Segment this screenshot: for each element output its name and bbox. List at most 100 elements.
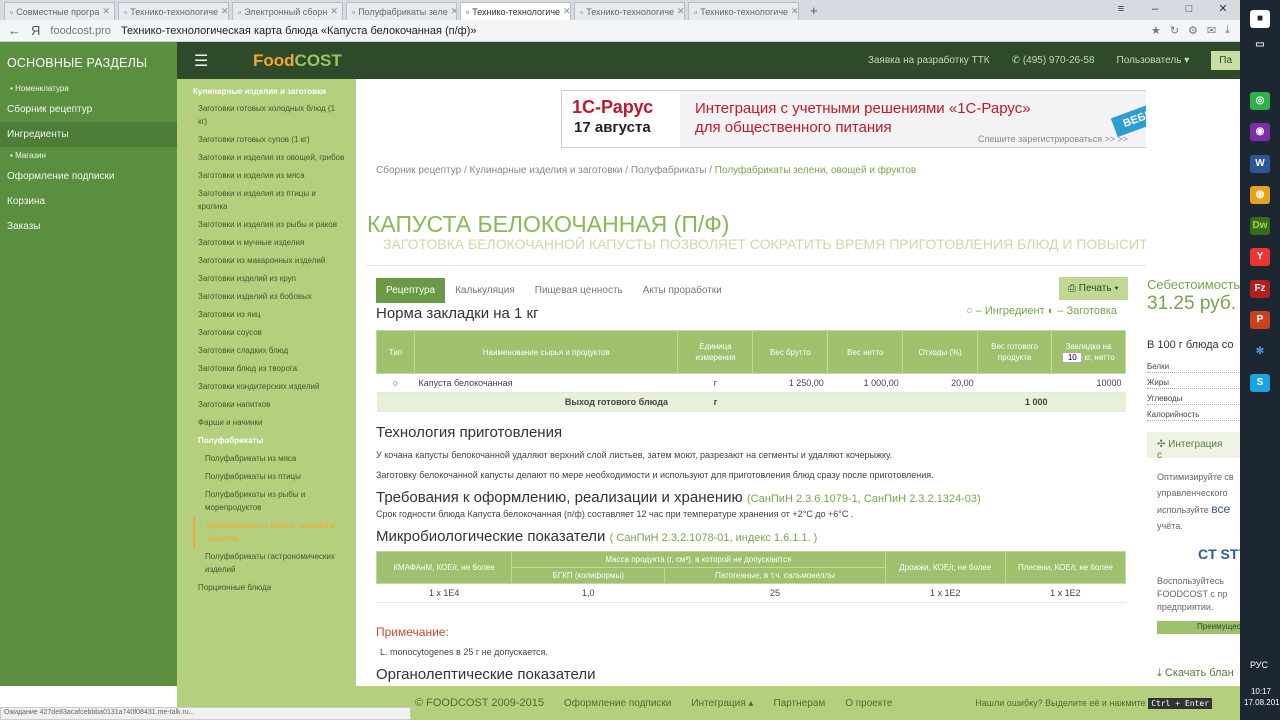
app-snowflake-icon[interactable]: ✻ [1250, 343, 1270, 361]
browser-tab[interactable]: ▫Полуфабрикаты зеле✕ [346, 2, 457, 20]
catalog-item[interactable]: Заготовки напитков [193, 396, 346, 414]
skype-icon[interactable]: S [1250, 374, 1270, 392]
left-menu-item[interactable]: Ингредиенты [0, 122, 177, 147]
tab-close-icon[interactable]: ✕ [330, 6, 338, 17]
tab-close-icon[interactable]: ✕ [563, 6, 570, 17]
start-icon[interactable]: ■ [1250, 10, 1270, 28]
browser-tab[interactable]: ▫ Технико-технологиче ✕ [118, 2, 229, 20]
catalog-item[interactable]: Заготовки сладких блюд [193, 342, 346, 360]
breadcrumb-item[interactable]: Полуфабрикаты [631, 165, 707, 176]
chrome-icon[interactable]: ◍ [1250, 186, 1270, 204]
catalog-item[interactable]: Заготовки изделий из бобовых [193, 288, 346, 306]
catalog-item[interactable]: Полуфабрикаты гастрономических изделий [193, 548, 346, 579]
browser-tab[interactable]: ▫ Электронный сборн ✕ [232, 2, 343, 20]
word-icon[interactable]: W [1250, 155, 1270, 173]
dreamweaver-icon[interactable]: Dw [1250, 217, 1270, 235]
catalog-item[interactable]: Заготовки изделий из круп [193, 270, 346, 288]
url-host[interactable]: foodcost.pro [50, 25, 111, 37]
hamburger-icon[interactable]: ☰ [194, 51, 210, 71]
refresh-icon[interactable]: ↻ [1170, 24, 1179, 37]
catalog-item[interactable]: Заготовки готовых холодных блюд (1 кг) [193, 100, 346, 131]
breadcrumb-separator: / [461, 165, 470, 176]
catalog-item[interactable]: Заготовки кондитерских изделий [193, 378, 346, 396]
browser-status-bar: Ожидание 427de83acafcebbba0131a740f08431… [0, 707, 411, 720]
tab-close-icon[interactable]: ✕ [221, 6, 228, 17]
catalog-item[interactable]: Полуфабрикаты из рыбы и морепродуктов [193, 486, 346, 517]
catalog-item[interactable]: Заготовки из макаронных изделий [193, 252, 346, 270]
catalog-item[interactable]: Заготовки из яиц [193, 306, 346, 324]
catalog-item[interactable]: Заготовки и мучные изделия [193, 234, 346, 252]
left-menu-item[interactable]: ▪ Магазин [0, 147, 177, 164]
browser-tab[interactable]: ▫ Совместные програ ✕ [4, 2, 115, 20]
clock[interactable]: 10:1717.08.2015 [1244, 686, 1280, 708]
back-icon[interactable]: ← [8, 23, 21, 38]
download-blank-link[interactable]: ⤓ Скачать блан [1157, 667, 1234, 680]
catalog-item[interactable]: Фарши и начинки [193, 414, 346, 432]
portion-input[interactable] [1062, 352, 1083, 363]
tab-close-icon[interactable]: ✕ [677, 6, 684, 17]
close-icon[interactable]: ✕ [1206, 0, 1240, 18]
task-view-icon[interactable]: ▭ [1250, 36, 1270, 54]
download-icon[interactable]: ⤓ [1225, 24, 1230, 37]
logo[interactable]: FoodCOST [253, 51, 342, 71]
tab-close-icon[interactable]: ✕ [102, 6, 110, 17]
browser-tab[interactable]: ▫ Технико-технологиче ✕ [574, 2, 685, 20]
left-menu-item[interactable]: Заказы [0, 214, 177, 239]
app-purple-icon[interactable]: ◉ [1250, 123, 1270, 141]
catalog-item[interactable]: Заготовки блюд из творога [193, 360, 346, 378]
catalog-item[interactable]: Заготовки и изделия из птицы и кролика [193, 185, 346, 216]
browser-tab[interactable]: ▫ Технико-технологиче ✕ [688, 2, 799, 20]
content-tab[interactable]: Калькуляция [445, 278, 525, 303]
left-menu-item[interactable]: Оформление подписки [0, 164, 177, 189]
advantages-button[interactable]: Преимущества [1157, 621, 1240, 634]
content-tab[interactable]: Акты проработки [633, 278, 732, 303]
url-page-title[interactable]: Технико-технологическая карта блюда «Кап… [121, 25, 477, 37]
catalog-item[interactable]: Полуфабрикаты из мяса [193, 450, 346, 468]
tab-close-icon[interactable]: ✕ [451, 6, 456, 17]
footer-link-partners[interactable]: Партнерам [773, 698, 825, 709]
ext-icon[interactable]: ⚙ [1188, 24, 1198, 37]
catalog-item[interactable]: Заготовки и изделия из овощей, грибов [193, 149, 346, 167]
app-green-icon[interactable]: ◎ [1250, 92, 1270, 110]
star-icon[interactable]: ★ [1151, 24, 1161, 37]
tab-close-icon[interactable]: ✕ [791, 6, 798, 17]
content-tab[interactable]: Пищевая ценность [525, 278, 633, 303]
filezilla-icon[interactable]: Fz [1250, 280, 1270, 298]
left-menu-item[interactable]: Корзина [0, 189, 177, 214]
catalog-item[interactable]: Заготовки и изделия из рыбы и раков [193, 216, 346, 234]
breadcrumb-item[interactable]: Кулинарные изделия и заготовки [470, 165, 623, 176]
yandex-icon[interactable]: Я [31, 23, 40, 38]
footer-link-integration[interactable]: Интеграция ▴ [691, 698, 753, 709]
breadcrumb-item[interactable]: Полуфабрикаты зелени, овощей и фруктов [715, 165, 916, 176]
menu-icon[interactable]: ≡ [1104, 0, 1138, 18]
catalog-item[interactable]: Порционные блюда [193, 579, 346, 597]
breadcrumb-separator: / [706, 165, 715, 176]
minimize-icon[interactable]: – [1138, 0, 1172, 18]
mail-icon[interactable]: ✉ [1207, 24, 1216, 37]
catalog-item[interactable]: Полуфабрикаты [193, 432, 346, 450]
footer-link-subscription[interactable]: Оформление подписки [564, 698, 671, 709]
content-tab[interactable]: Рецептура [376, 278, 446, 303]
footer-link-about[interactable]: О проекте [845, 698, 892, 709]
catalog-item[interactable]: Полуфабрикаты зелени, овощей и фруктов [193, 517, 346, 548]
new-tab-icon[interactable]: + [802, 2, 826, 20]
webinar-banner[interactable]: 1С-Рарус 17 августа Интеграция с учетным… [561, 90, 1199, 148]
catalog-heading[interactable]: Кулинарные изделия и заготовки [193, 87, 346, 96]
powerpoint-icon[interactable]: P [1250, 311, 1270, 329]
catalog-item[interactable]: Полуфабрикаты из птицы [193, 468, 346, 486]
breadcrumb-item[interactable]: Сборник рецептур [376, 165, 461, 176]
left-menu-item[interactable]: Сборник рецептур [0, 97, 177, 122]
yandex-browser-icon[interactable]: Y [1250, 248, 1270, 266]
print-button[interactable]: ⎙ Печать ▾ [1059, 277, 1128, 300]
browser-tab[interactable]: ▫ Технико-технологиче ✕ [460, 2, 571, 20]
integration-box[interactable]: ✣ Интеграция с [1147, 432, 1240, 461]
left-menu-item[interactable]: ▪ Номенклатура [0, 80, 177, 97]
header-button[interactable]: Па [1211, 51, 1240, 70]
catalog-item[interactable]: Заготовки соусов [193, 324, 346, 342]
ttk-request-link[interactable]: Заявка на разработку ТТК [868, 55, 990, 66]
maximize-icon[interactable]: □ [1172, 0, 1206, 18]
catalog-item[interactable]: Заготовки готовых супов (1 кг) [193, 131, 346, 149]
catalog-item[interactable]: Заготовки и изделия из мяса [193, 167, 346, 185]
input-language[interactable]: РУС [1250, 660, 1268, 670]
user-menu[interactable]: Пользователь ▾ [1117, 55, 1190, 66]
